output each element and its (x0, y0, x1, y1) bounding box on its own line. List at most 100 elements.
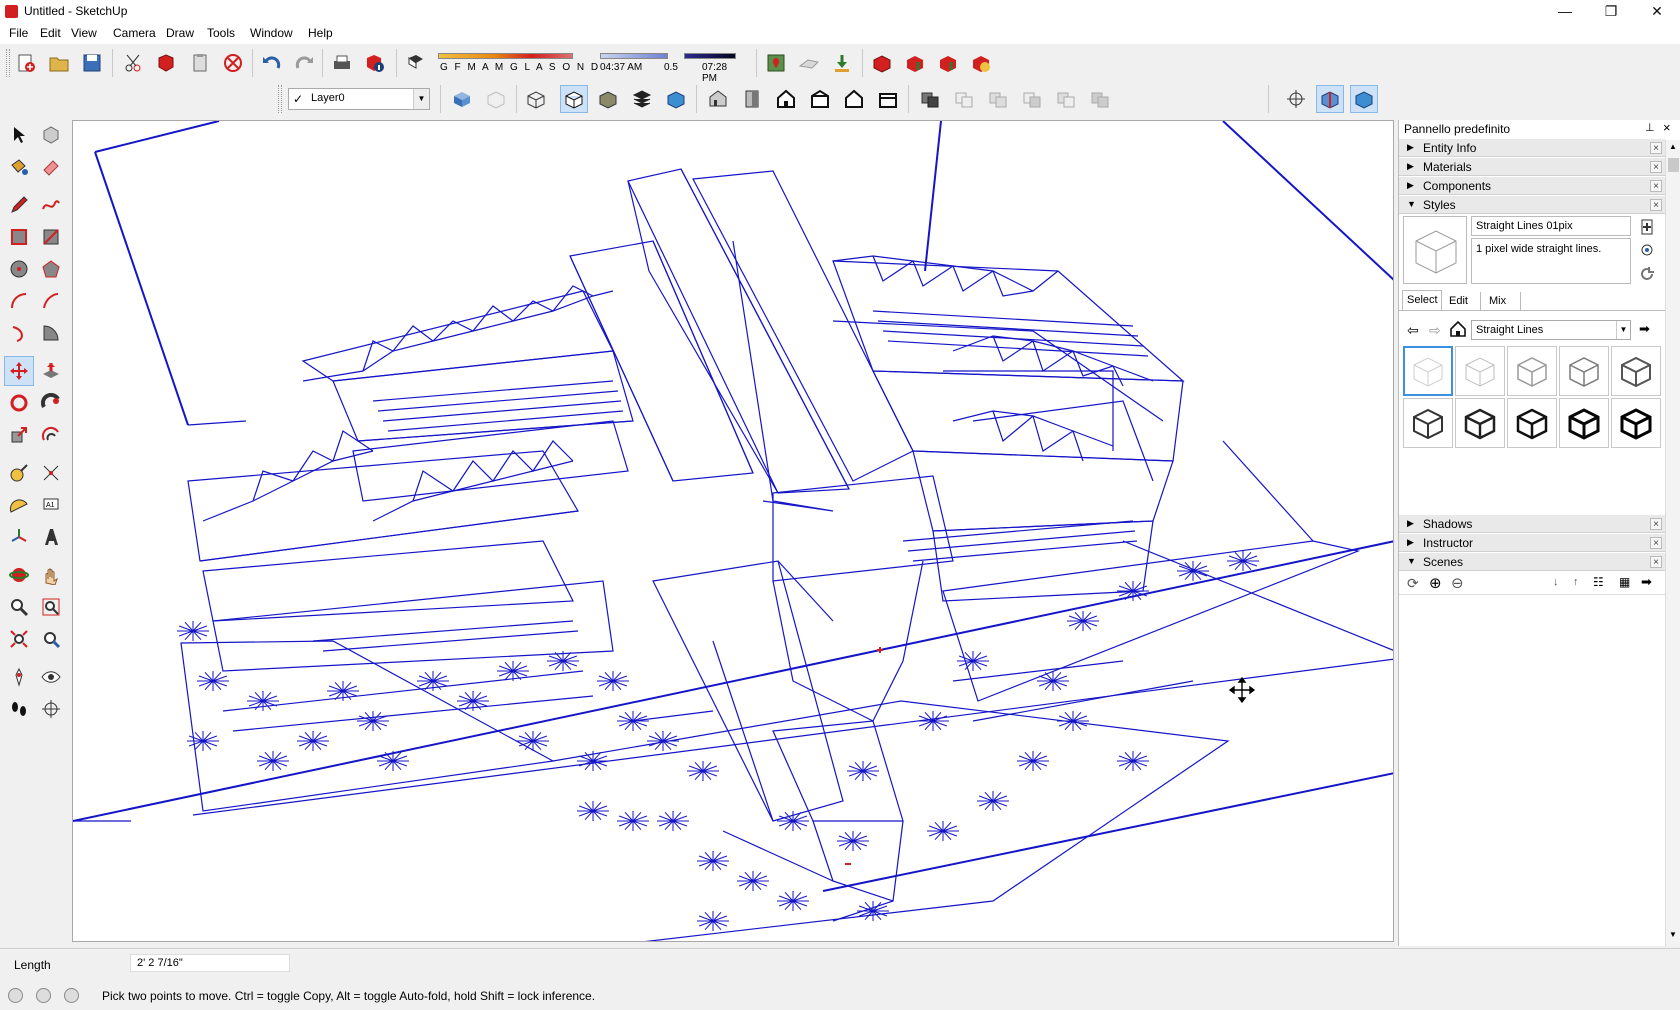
remove-scene-icon[interactable]: ⊖ (1451, 574, 1464, 592)
left-view-icon[interactable] (874, 85, 902, 113)
push-pull-icon[interactable] (36, 356, 66, 386)
extension-warehouse-icon[interactable] (868, 49, 896, 77)
dimension-icon[interactable] (36, 458, 66, 488)
print-icon[interactable] (328, 49, 356, 77)
open-folder-icon[interactable] (45, 49, 73, 77)
add-scene-icon[interactable]: ⊕ (1429, 574, 1442, 592)
select-arrow-icon[interactable] (4, 120, 34, 150)
three-point-arc-icon[interactable] (4, 318, 34, 348)
toolbar-grip[interactable] (6, 49, 10, 77)
tab-select[interactable]: Select (1402, 290, 1442, 310)
style-description-field[interactable]: 1 pixel wide straight lines. (1471, 238, 1631, 284)
forward-arrow-icon[interactable]: ⇨ (1429, 322, 1441, 339)
rotate-icon[interactable] (4, 388, 34, 418)
previous-view-icon[interactable] (36, 624, 66, 654)
make-component-icon[interactable] (36, 120, 66, 150)
close-window-button[interactable]: ✕ (1634, 0, 1680, 24)
two-point-arc-icon[interactable] (36, 286, 66, 316)
scroll-thumb[interactable] (1668, 158, 1679, 172)
section-instructor[interactable]: ▶ Instructor × (1399, 534, 1665, 552)
zoom-icon[interactable] (4, 592, 34, 622)
axes-icon[interactable] (4, 522, 34, 552)
style-thumbnail[interactable] (1611, 398, 1661, 448)
zoom-window-icon[interactable] (36, 592, 66, 622)
tray-close-button[interactable]: × (1663, 120, 1671, 135)
style-thumbnail[interactable] (1559, 346, 1609, 396)
top-view-icon[interactable] (738, 85, 766, 113)
shaded-style-icon[interactable] (594, 85, 622, 113)
union-icon[interactable] (984, 85, 1012, 113)
share-component-icon[interactable] (934, 49, 962, 77)
freehand-icon[interactable] (36, 190, 66, 220)
line-pencil-icon[interactable] (4, 190, 34, 220)
menu-window[interactable]: Window (247, 26, 296, 40)
share-model-icon[interactable] (901, 49, 929, 77)
pin-icon[interactable]: ⊥ (1645, 121, 1655, 134)
style-thumbnail[interactable] (1403, 398, 1453, 448)
create-style-icon[interactable] (1639, 218, 1655, 236)
get-models-icon[interactable] (828, 49, 856, 77)
section-plane-tool-icon[interactable] (36, 694, 66, 724)
menu-tools[interactable]: Tools (204, 26, 238, 40)
credits-icon[interactable] (36, 988, 51, 1003)
model-viewport[interactable] (72, 120, 1394, 942)
circle-icon[interactable] (4, 254, 34, 284)
extension-manager-icon[interactable] (967, 49, 995, 77)
orbit-icon[interactable] (4, 560, 34, 590)
close-icon[interactable]: × (1650, 161, 1662, 173)
style-thumbnail[interactable] (1611, 346, 1661, 396)
offset-icon[interactable] (36, 420, 66, 450)
section-plane-icon[interactable] (1316, 85, 1344, 113)
update-style-icon[interactable] (1639, 242, 1655, 258)
model-info-icon[interactable] (361, 49, 389, 77)
shadow-time-slider[interactable]: 04:37 AM 0.5 07:28 PM (600, 50, 740, 84)
paint-bucket-icon[interactable] (4, 152, 34, 182)
menu-draw[interactable]: Draw (163, 26, 197, 40)
scroll-up-icon[interactable]: ▲ (1669, 142, 1677, 151)
scale-icon[interactable] (4, 420, 34, 450)
3d-text-icon[interactable] (36, 522, 66, 552)
style-thumbnail[interactable] (1507, 346, 1557, 396)
pan-hand-icon[interactable] (36, 560, 66, 590)
shaded-textures-style-icon[interactable] (628, 85, 656, 113)
style-thumbnail[interactable] (1559, 398, 1609, 448)
add-location-icon[interactable] (762, 49, 790, 77)
back-arrow-icon[interactable]: ⇦ (1407, 322, 1419, 339)
rotated-rectangle-icon[interactable] (36, 222, 66, 252)
section-cut-icon[interactable] (1350, 85, 1378, 113)
right-view-icon[interactable] (806, 85, 834, 113)
subtract-icon[interactable] (1018, 85, 1046, 113)
pie-icon[interactable] (36, 318, 66, 348)
trim-icon[interactable] (1052, 85, 1080, 113)
shadow-month-slider[interactable]: G F M A M G L A S O N D (438, 50, 598, 78)
restore-button[interactable]: ❐ (1588, 0, 1634, 24)
monochrome-style-icon[interactable] (662, 85, 690, 113)
tape-measure-icon[interactable] (4, 458, 34, 488)
style-thumbnail[interactable] (1507, 398, 1557, 448)
iso-view-icon[interactable] (704, 85, 732, 113)
scroll-down-icon[interactable]: ▼ (1669, 930, 1677, 939)
home-icon[interactable] (1449, 320, 1467, 341)
style-thumbnail[interactable] (1455, 398, 1505, 448)
tray-scrollbar[interactable]: ▲ ▼ (1665, 140, 1680, 946)
arc-icon[interactable] (4, 286, 34, 316)
user-account-icon[interactable] (64, 988, 79, 1003)
follow-me-icon[interactable] (36, 388, 66, 418)
minimize-button[interactable]: — (1542, 0, 1588, 24)
hidden-layer-icon[interactable] (482, 85, 510, 113)
color-by-layer-icon[interactable] (448, 85, 476, 113)
rectangle-icon[interactable] (4, 222, 34, 252)
tab-mix[interactable]: Mix (1485, 292, 1521, 310)
look-around-eye-icon[interactable] (36, 662, 66, 692)
show-details-icon[interactable]: ▦ (1619, 575, 1630, 589)
close-icon[interactable]: × (1650, 518, 1662, 530)
copy-icon[interactable] (153, 49, 181, 77)
wireframe-style-icon[interactable] (560, 85, 588, 113)
undo-icon[interactable] (258, 49, 286, 77)
new-file-icon[interactable] (12, 49, 40, 77)
eraser-icon[interactable] (36, 152, 66, 182)
close-icon[interactable]: × (1650, 556, 1662, 568)
menu-view[interactable]: View (68, 26, 100, 40)
menu-edit[interactable]: Edit (37, 26, 64, 40)
move-icon[interactable] (4, 356, 34, 386)
